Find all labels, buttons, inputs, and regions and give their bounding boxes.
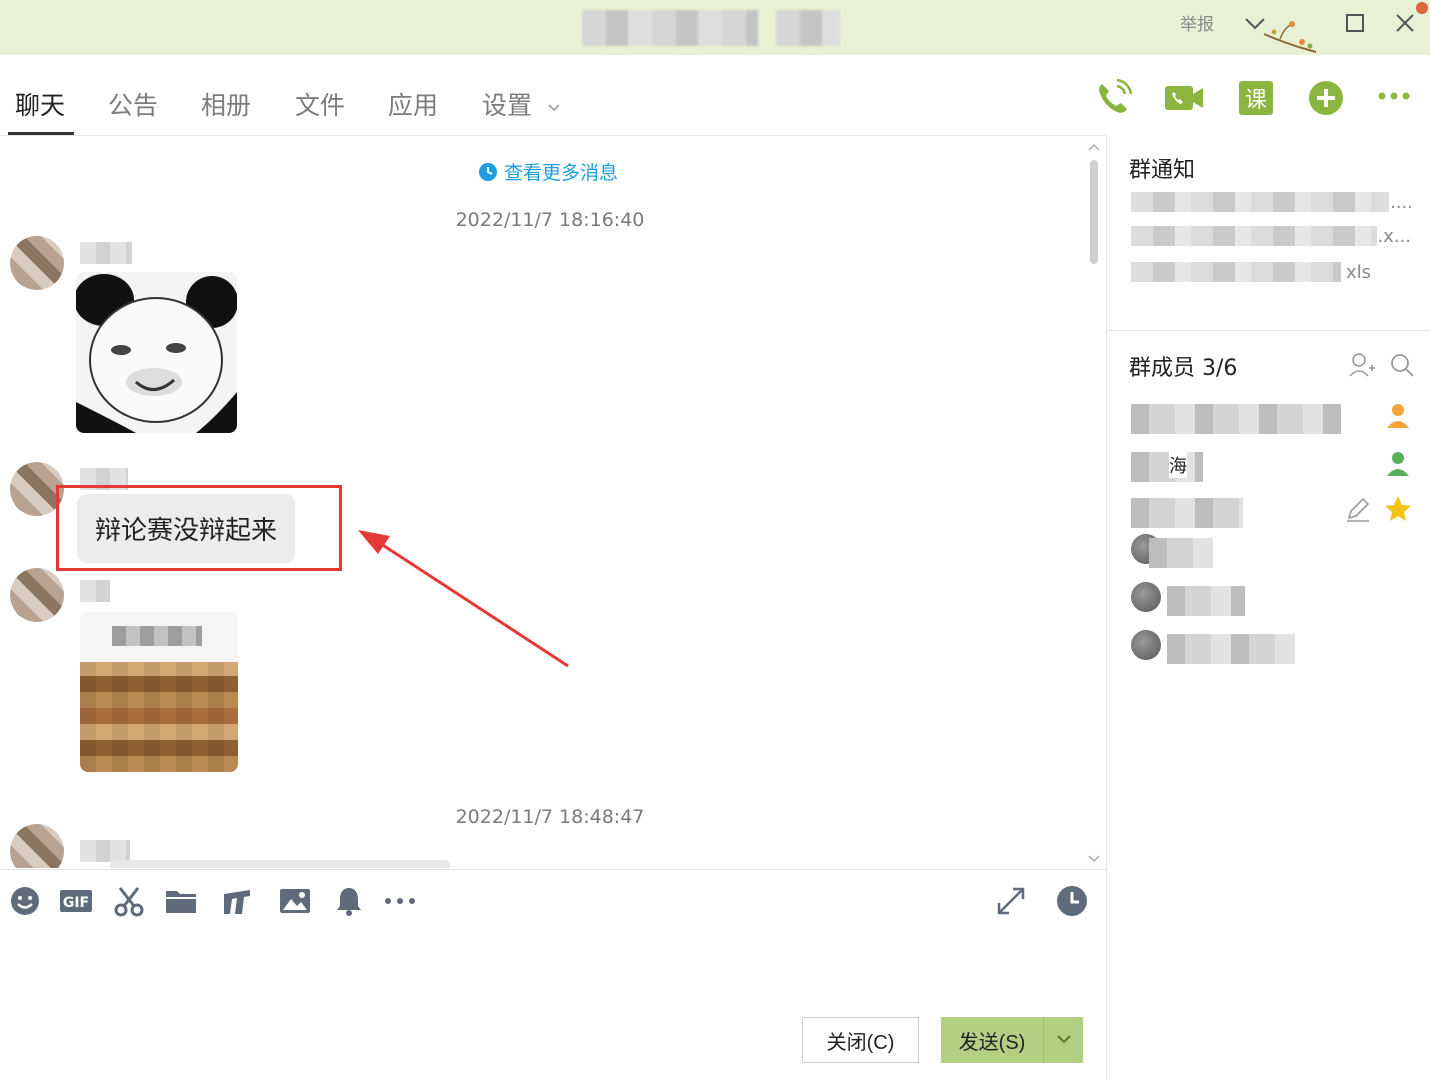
window-title-blurred: [582, 10, 758, 46]
branch-decoration-icon: [1262, 12, 1318, 54]
group-notice-title: 群通知: [1129, 158, 1196, 183]
view-more-label: 查看更多消息: [504, 162, 619, 184]
tab-announcement[interactable]: 公告: [108, 86, 158, 122]
tab-album[interactable]: 相册: [201, 86, 251, 122]
file-suffix: xls: [1345, 262, 1371, 283]
star-icon: [1383, 494, 1413, 524]
gif-icon[interactable]: GIF: [59, 884, 93, 918]
image-message[interactable]: [80, 612, 238, 772]
scissors-icon[interactable]: [112, 884, 146, 918]
member-item[interactable]: [1131, 400, 1411, 434]
scroll-down-icon[interactable]: [1087, 852, 1101, 866]
sender-name-blurred: [80, 242, 132, 264]
member-name-blurred: [1131, 452, 1203, 482]
svg-text:课: 课: [1245, 88, 1267, 113]
member-avatar: [1131, 582, 1161, 612]
tab-settings[interactable]: 设置: [482, 86, 564, 122]
file-suffix: ....: [1390, 192, 1413, 213]
panel-divider: [1107, 330, 1430, 331]
member-name-fragment: 海: [1169, 452, 1187, 478]
tab-apps[interactable]: 应用: [388, 86, 438, 122]
message-input[interactable]: [0, 930, 1100, 1008]
folder-icon[interactable]: [164, 884, 198, 918]
member-person-icon: [1383, 448, 1413, 478]
tab-files[interactable]: 文件: [295, 86, 345, 122]
sender-name-blurred: [80, 580, 110, 602]
search-icon[interactable]: [1387, 350, 1417, 380]
member-person-icon: [1383, 400, 1413, 430]
history-clock-icon[interactable]: [1055, 884, 1089, 918]
member-item[interactable]: 海: [1131, 448, 1411, 482]
message-timestamp: 2022/11/7 18:16:40: [455, 209, 645, 231]
lesson-icon[interactable]: 课: [1236, 78, 1276, 118]
sender-name-blurred: [80, 840, 130, 862]
title-bar: 举报: [0, 0, 1430, 55]
member-avatar: [1131, 630, 1161, 660]
chevron-down-icon: [1056, 1034, 1071, 1043]
more-icon[interactable]: [1376, 78, 1416, 118]
expand-icon[interactable]: [994, 884, 1028, 918]
music-icon[interactable]: [220, 884, 254, 918]
member-item[interactable]: [1131, 582, 1411, 616]
member-item[interactable]: [1131, 534, 1411, 568]
add-member-icon[interactable]: [1347, 350, 1377, 380]
emoji-icon[interactable]: [8, 884, 42, 918]
toolbar-divider: [0, 869, 1106, 870]
group-side-panel: 群通知 .... .x... xls 群成员 3/6 海: [1106, 136, 1430, 1080]
send-options-button[interactable]: [1043, 1017, 1083, 1063]
flower-icon: [1416, 2, 1428, 14]
highlight-box: [56, 485, 342, 571]
file-name-blurred: [1131, 226, 1377, 246]
video-call-icon[interactable]: [1164, 78, 1204, 118]
member-name-blurred: [1167, 586, 1245, 616]
file-suffix: .x...: [1377, 226, 1411, 247]
image-icon[interactable]: [278, 884, 312, 918]
view-more-messages-link[interactable]: 查看更多消息: [478, 158, 618, 185]
group-members-title: 群成员 3/6: [1129, 356, 1238, 381]
avatar[interactable]: [10, 236, 64, 290]
notice-file-item[interactable]: .x...: [1131, 226, 1411, 248]
more-tools-icon[interactable]: [383, 884, 417, 918]
member-name-blurred: [1167, 634, 1295, 664]
notice-file-item[interactable]: xls: [1131, 262, 1371, 284]
message-bubble-partial: [110, 860, 450, 868]
send-button[interactable]: 发送(S): [941, 1017, 1043, 1063]
clock-icon: [479, 162, 497, 181]
sticker-image[interactable]: [76, 272, 237, 433]
annotation-arrow: [358, 530, 569, 668]
chevron-down-icon: [548, 104, 560, 112]
file-name-blurred: [1131, 262, 1341, 282]
message-timestamp: 2022/11/7 18:48:47: [455, 806, 645, 828]
scroll-thumb[interactable]: [1090, 160, 1098, 264]
member-item[interactable]: [1131, 494, 1411, 528]
avatar[interactable]: [10, 824, 64, 868]
maximize-icon[interactable]: [1340, 8, 1370, 38]
voice-call-icon[interactable]: [1093, 78, 1133, 118]
member-item[interactable]: [1131, 630, 1411, 664]
edit-icon[interactable]: [1343, 494, 1373, 524]
file-name-blurred: [1131, 192, 1389, 212]
notice-file-item[interactable]: ....: [1131, 192, 1413, 214]
add-icon[interactable]: [1306, 78, 1346, 118]
chat-area: 查看更多消息 2022/11/7 18:16:40 辩论赛没辩起来 2022/1…: [0, 136, 1106, 868]
close-button[interactable]: 关闭(C): [802, 1017, 919, 1063]
avatar[interactable]: [10, 568, 64, 622]
window-title-blurred-2: [776, 10, 840, 46]
member-name-blurred: [1149, 538, 1213, 568]
scroll-up-icon[interactable]: [1087, 140, 1101, 154]
report-link[interactable]: 举报: [1180, 10, 1214, 35]
member-name-blurred: [1131, 404, 1341, 434]
bell-icon[interactable]: [332, 884, 366, 918]
member-name-blurred: [1131, 498, 1243, 528]
tab-chat[interactable]: 聊天: [15, 86, 65, 122]
tab-settings-label: 设置: [482, 91, 533, 120]
svg-text:GIF: GIF: [63, 895, 89, 911]
close-icon[interactable]: [1390, 8, 1420, 38]
